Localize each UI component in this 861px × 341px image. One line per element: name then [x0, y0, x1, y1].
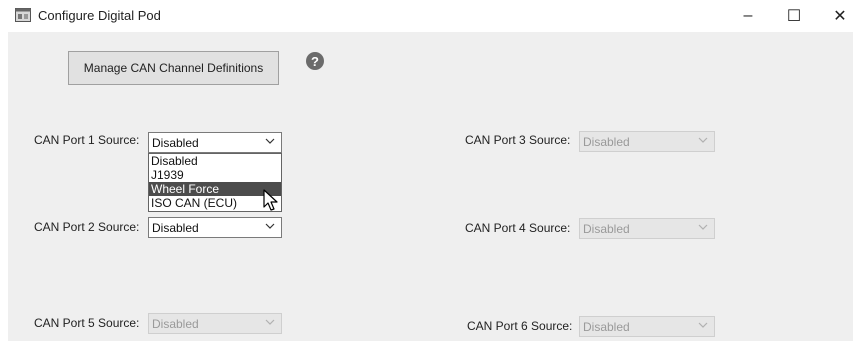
can-port-5-label: CAN Port 5 Source: — [34, 316, 140, 330]
title-bar: Configure Digital Pod – ☐ ✕ — [0, 0, 861, 32]
dropdown-option-disabled[interactable]: Disabled — [149, 154, 281, 168]
chevron-down-icon — [265, 138, 275, 144]
can-port-3-label: CAN Port 3 Source: — [465, 133, 571, 147]
chevron-down-icon — [698, 137, 708, 143]
can-port-6-label: CAN Port 6 Source: — [467, 319, 573, 333]
can-port-4-label: CAN Port 4 Source: — [465, 221, 571, 235]
chevron-down-icon — [698, 322, 708, 328]
can-port-2-select[interactable]: Disabled — [148, 217, 282, 238]
can-port-6-select: Disabled — [579, 316, 715, 337]
mouse-pointer-icon — [263, 189, 278, 211]
can-port-5-value: Disabled — [152, 316, 199, 331]
chevron-down-icon — [698, 224, 708, 230]
chevron-down-icon — [265, 223, 275, 229]
can-port-4-select: Disabled — [579, 218, 715, 239]
close-button[interactable]: ✕ — [817, 0, 861, 32]
can-port-3-select: Disabled — [579, 131, 715, 152]
can-port-6-value: Disabled — [583, 319, 630, 334]
manage-can-channel-definitions-button[interactable]: Manage CAN Channel Definitions — [68, 51, 279, 85]
app-window-icon — [15, 8, 31, 22]
can-port-2-label: CAN Port 2 Source: — [34, 220, 140, 234]
maximize-button[interactable]: ☐ — [771, 0, 817, 32]
can-port-1-value: Disabled — [152, 135, 199, 150]
can-port-1-select[interactable]: Disabled — [148, 132, 282, 153]
dropdown-option-j1939[interactable]: J1939 — [149, 168, 281, 182]
can-port-2-value: Disabled — [152, 220, 199, 235]
minimize-button[interactable]: – — [725, 0, 771, 32]
question-circle-icon[interactable]: ? — [306, 52, 324, 70]
can-port-4-value: Disabled — [583, 221, 630, 236]
dialog-body: Manage CAN Channel Definitions ? CAN Por… — [8, 32, 853, 341]
window-title: Configure Digital Pod — [38, 8, 161, 23]
can-port-1-label: CAN Port 1 Source: — [34, 133, 140, 147]
can-port-5-select: Disabled — [148, 313, 282, 334]
chevron-down-icon — [265, 319, 275, 325]
can-port-3-value: Disabled — [583, 134, 630, 149]
